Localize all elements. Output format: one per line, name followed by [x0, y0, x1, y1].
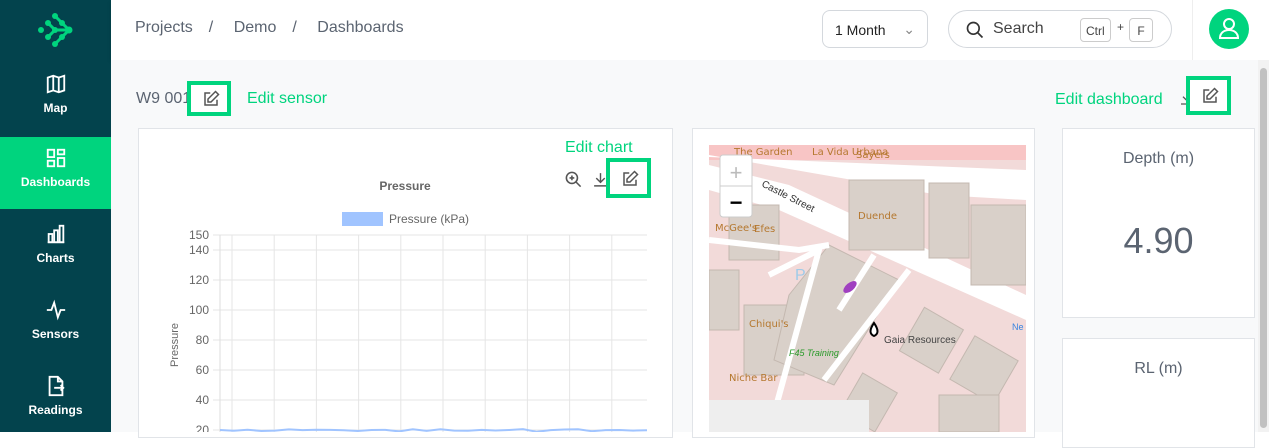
search-icon [966, 21, 984, 39]
y-tick-label: 100 [189, 303, 209, 317]
card-title: Depth (m) [1122, 150, 1195, 167]
y-tick-label: 140 [189, 243, 209, 257]
header: Projects / Demo / Dashboards 1 Month ⌄ Sear… [111, 0, 1269, 60]
legend-swatch[interactable] [342, 212, 383, 226]
y-tick-label: 40 [196, 393, 210, 407]
breadcrumb-demo[interactable]: Demo [234, 19, 277, 36]
map-label: Chiqui's [749, 319, 789, 330]
sidebar-item-sensors[interactable]: Sensors [0, 289, 111, 361]
sidebar-item-readings[interactable]: Readings [0, 365, 111, 437]
user-avatar[interactable] [1209, 9, 1249, 49]
nav-label: Readings [28, 403, 83, 417]
y-tick-label: 150 [189, 228, 209, 242]
map-label: F45 Training [789, 348, 839, 358]
map-label: McGee's [715, 223, 757, 234]
zoom-in-button[interactable]: + [730, 160, 743, 185]
y-tick-label: 80 [196, 333, 210, 347]
card-value: 4.90 [1123, 220, 1194, 261]
map-label: Gaia Resources [884, 335, 956, 346]
y-tick-label: 20 [196, 423, 210, 432]
sidebar: Map Dashboards Charts Sensors Readings [0, 0, 111, 432]
chevron-down-icon: ⌄ [903, 21, 915, 37]
search-placeholder: Search [993, 20, 1044, 37]
map-label: Niche Bar [729, 373, 778, 384]
card-title: RL (m) [1134, 360, 1183, 377]
nav-label: Dashboards [20, 175, 91, 189]
period-select[interactable]: 1 Month ⌄ [822, 10, 928, 48]
dashboard-icon [46, 148, 65, 168]
sidebar-item-charts[interactable]: Charts [0, 213, 111, 285]
edit-icon [204, 90, 220, 106]
kbd-plus: + [1117, 20, 1125, 34]
y-tick-label: 120 [189, 273, 209, 287]
scrollbar[interactable] [1258, 60, 1269, 432]
sensor-title: W9 001 [136, 90, 190, 107]
breadcrumb: Projects / Demo / Dashboards [135, 19, 420, 37]
edit-dashboard-button[interactable] [1186, 76, 1231, 115]
chart-title: Pressure [379, 179, 431, 193]
kbd-ctrl: Ctrl [1080, 18, 1111, 42]
period-value: 1 Month [835, 22, 886, 38]
activity-icon [46, 299, 65, 321]
search-input[interactable]: Search Ctrl + F [948, 10, 1172, 48]
logo [38, 13, 73, 47]
kbd-f: F [1129, 18, 1153, 42]
map[interactable]: The Garden La Vida Urbana Sayers Duende … [709, 145, 1026, 432]
user-icon [1218, 18, 1240, 39]
edit-dashboard-label[interactable]: Edit dashboard [1055, 91, 1163, 109]
zoom-out-button[interactable]: − [730, 190, 743, 215]
file-export-icon [48, 375, 65, 397]
edit-sensor-button[interactable] [187, 81, 231, 116]
map-label: Ne S aft [1012, 322, 1026, 332]
depth-card: Depth (m) 4.90 [1062, 128, 1255, 318]
breadcrumb-separator: / [208, 19, 214, 36]
y-axis-label: Pressure [169, 323, 181, 367]
legend-label[interactable]: Pressure (kPa) [389, 212, 469, 226]
y-tick-label: 60 [196, 363, 210, 377]
edit-sensor-label[interactable]: Edit sensor [247, 90, 327, 108]
zoom-control: + − [719, 154, 753, 218]
map-label: Duende [858, 211, 897, 222]
parking-label: P [795, 267, 806, 284]
breadcrumb-dashboards: Dashboards [317, 19, 404, 36]
edit-chart-label[interactable]: Edit chart [565, 139, 633, 157]
map-icon [46, 74, 65, 94]
edit-icon [1203, 87, 1219, 103]
nav-label: Charts [36, 251, 75, 265]
divider [1192, 0, 1193, 60]
nav-label: Sensors [31, 327, 80, 341]
chart-icon [47, 224, 64, 244]
pressure-chart: Pressure Pressure (kPa) Pressure 150140 120 1… [169, 179, 648, 432]
sidebar-item-dashboards[interactable]: Dashboards [0, 137, 111, 209]
breadcrumb-separator: / [292, 19, 297, 36]
map-label: Efes [754, 224, 775, 235]
sidebar-item-map[interactable]: Map [0, 63, 111, 135]
series-line-pressure [219, 428, 648, 432]
nav-label: Map [43, 101, 68, 115]
map-label: Sayers [856, 150, 890, 161]
breadcrumb-projects[interactable]: Projects [135, 19, 193, 36]
